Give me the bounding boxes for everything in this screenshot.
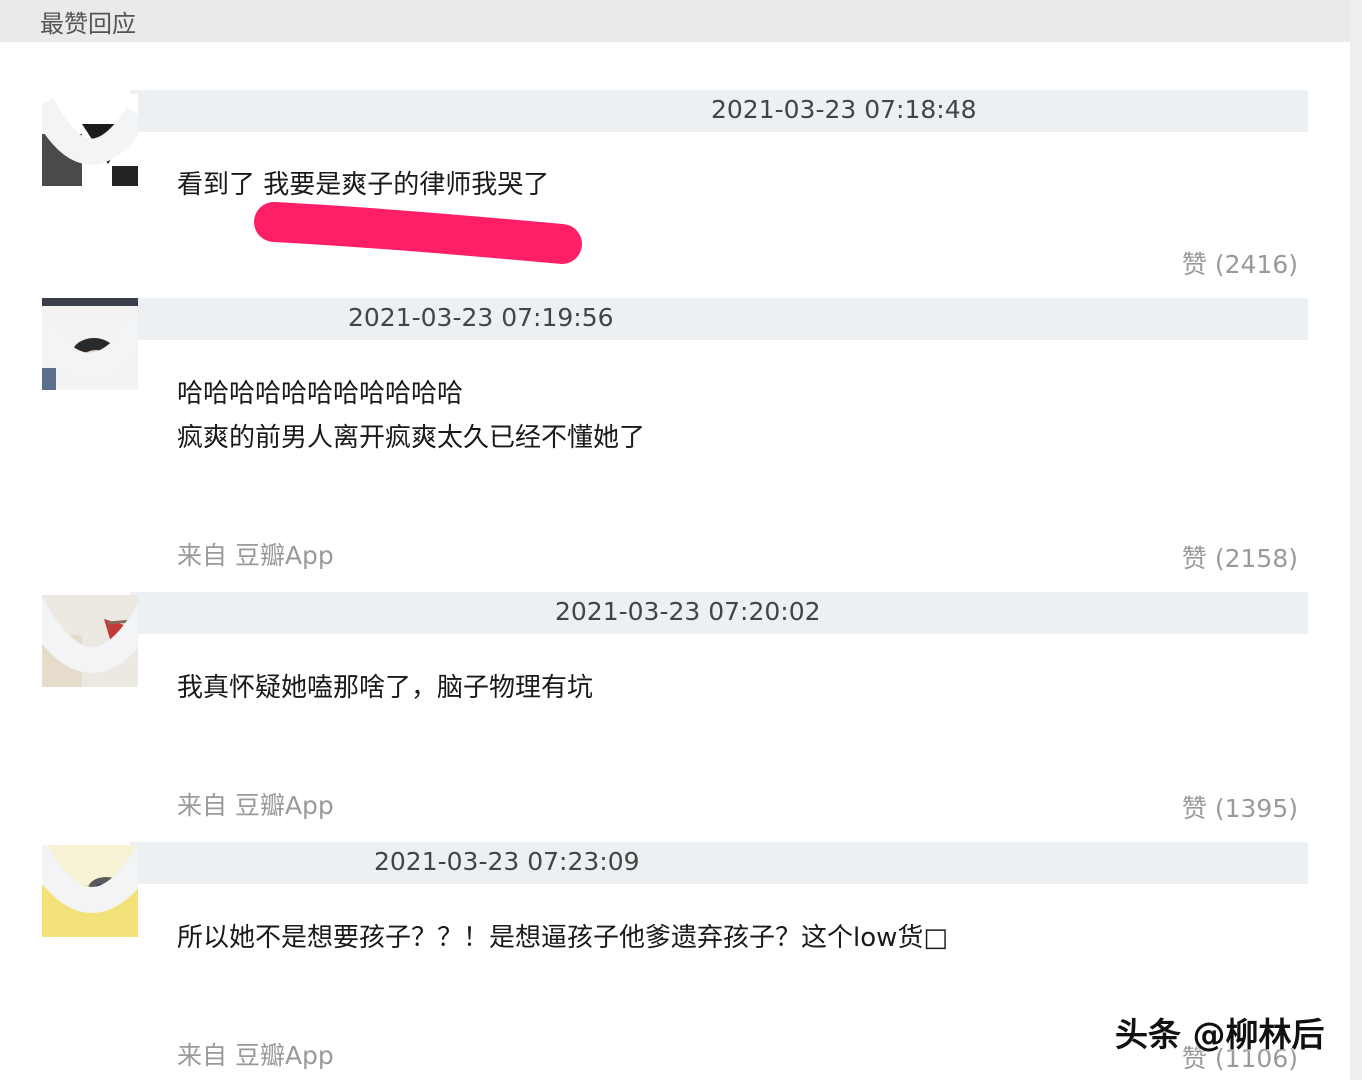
comment-line: 哈哈哈哈哈哈哈哈哈哈哈 <box>177 379 464 409</box>
comment-text: 我真怀疑她嗑那啥了，脑子物理有坑 <box>177 666 593 710</box>
comment-line: 我真怀疑她嗑那啥了，脑子物理有坑 <box>177 673 594 703</box>
comment-meta-bar <box>130 842 1308 884</box>
highlight-stroke <box>254 202 582 264</box>
section-header: 最赞回应 <box>0 0 1350 42</box>
section-title: 最赞回应 <box>40 10 136 38</box>
comment-timestamp: 2021-03-23 07:20:02 <box>555 597 821 626</box>
like-count[interactable]: 赞 (2416) <box>1182 245 1298 281</box>
comment-text: 所以她不是想要孩子？？！是想逼孩子他爹遗弃孩子？这个low货□ <box>177 916 948 960</box>
comment-text: 哈哈哈哈哈哈哈哈哈哈哈 疯爽的前男人离开疯爽太久已经不懂她了 <box>177 372 645 460</box>
screenshot-page: 最赞回应 2021-03-23 07:18:48 看到了 我要是爽子的律师我哭了… <box>0 0 1362 1080</box>
avatar[interactable] <box>42 595 138 687</box>
comment-source: 来自 豆瓣App <box>177 791 334 820</box>
like-count[interactable]: 赞 (1395) <box>1182 789 1298 825</box>
comment-line: 疯爽的前男人离开疯爽太久已经不懂她了 <box>177 423 646 453</box>
avatar[interactable] <box>42 298 138 390</box>
comment-source: 来自 豆瓣App <box>177 1041 334 1070</box>
page-edge <box>1350 0 1362 1080</box>
avatar[interactable] <box>42 94 138 186</box>
comment-meta-bar <box>130 298 1308 340</box>
avatar[interactable] <box>42 845 138 937</box>
comment-source: 来自 豆瓣App <box>177 541 334 570</box>
comment-timestamp: 2021-03-23 07:19:56 <box>348 303 614 332</box>
comment-line: 所以她不是想要孩子？？！是想逼孩子他爹遗弃孩子？这个low货□ <box>177 923 948 953</box>
comment-timestamp: 2021-03-23 07:23:09 <box>374 847 640 876</box>
comment-timestamp: 2021-03-23 07:18:48 <box>711 95 977 124</box>
watermark: 头条 @柳林后 <box>1115 1015 1325 1054</box>
like-count[interactable]: 赞 (2158) <box>1182 539 1298 575</box>
